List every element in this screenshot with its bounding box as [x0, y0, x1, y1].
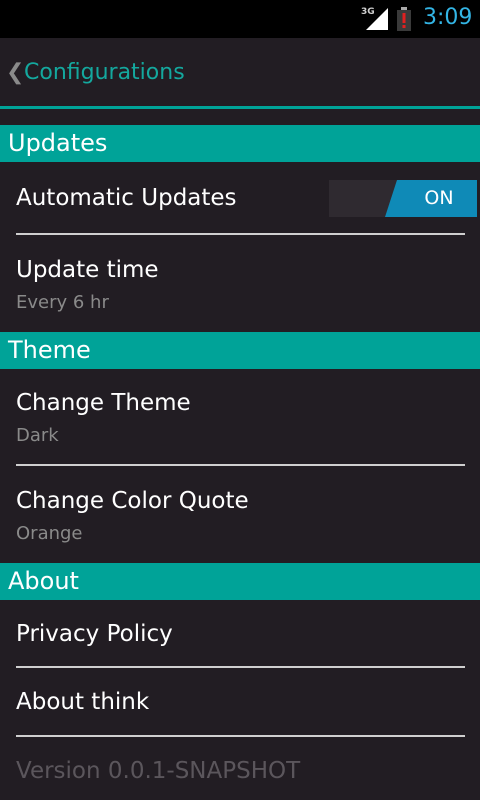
change-color-quote-summary: Orange	[16, 523, 83, 544]
change-theme-title: Change Theme	[16, 390, 191, 416]
update-time-title: Update time	[16, 257, 159, 283]
automatic-updates-toggle[interactable]: ON	[329, 180, 477, 217]
action-bar-divider	[0, 106, 480, 109]
toggle-on-label: ON	[424, 187, 454, 209]
battery-alert-icon	[397, 7, 411, 31]
divider	[16, 464, 465, 466]
back-chevron-icon[interactable]: ❮	[6, 60, 24, 85]
update-time-summary: Every 6 hr	[16, 292, 109, 313]
signal-icon	[366, 8, 388, 30]
divider	[16, 735, 465, 737]
action-bar: ❮ Configurations	[0, 38, 480, 106]
privacy-policy-title: Privacy Policy	[16, 621, 173, 647]
version-label: Version 0.0.1-SNAPSHOT	[16, 758, 301, 784]
about-think-title: About think	[16, 689, 150, 715]
automatic-updates-title: Automatic Updates	[16, 185, 237, 211]
section-header-theme: Theme	[0, 332, 480, 369]
change-color-quote-title: Change Color Quote	[16, 488, 249, 514]
section-header-about: About	[0, 563, 480, 600]
page-title[interactable]: Configurations	[24, 60, 185, 85]
status-clock: 3:09	[423, 5, 473, 30]
divider	[16, 666, 465, 668]
divider	[16, 233, 465, 235]
status-bar: 3G 3:09	[0, 0, 480, 38]
section-header-updates: Updates	[0, 125, 480, 162]
change-theme-summary: Dark	[16, 425, 59, 446]
